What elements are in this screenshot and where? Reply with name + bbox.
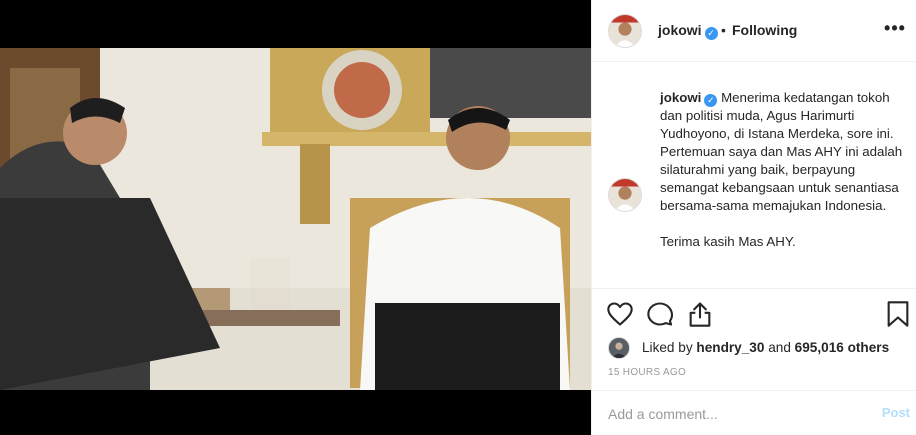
liker-username[interactable]: hendry_30 <box>696 340 764 355</box>
post-sidebar: jokowi ✓ • Following ••• jokowi ✓ Menerima… <box>591 0 916 435</box>
caption-closing: Terima kasih Mas AHY. <box>660 234 796 249</box>
heart-icon[interactable] <box>606 300 634 328</box>
comment-bubble-icon[interactable] <box>646 300 674 328</box>
liked-by-text: Liked by hendry_30 and 695,016 others <box>642 340 890 355</box>
more-horizontal-icon[interactable]: ••• <box>883 19 907 40</box>
post-photo[interactable] <box>0 48 591 390</box>
author-username[interactable]: jokowi ✓ <box>658 22 718 40</box>
post-header: jokowi ✓ • Following ••• <box>592 0 916 62</box>
liker-avatar[interactable] <box>608 337 630 359</box>
bookmark-icon[interactable] <box>884 300 912 328</box>
following-button[interactable]: Following <box>732 22 797 38</box>
caption-author-avatar[interactable] <box>608 178 642 212</box>
likes-count[interactable]: 695,016 others <box>795 340 889 355</box>
comment-input[interactable] <box>608 403 858 425</box>
share-icon[interactable] <box>686 300 714 328</box>
caption-verified-badge-icon: ✓ <box>704 94 718 107</box>
post-photo-pane <box>0 0 591 435</box>
post-actions: Liked by hendry_30 and 695,016 others 15… <box>592 288 916 435</box>
caption-username[interactable]: jokowi <box>660 90 701 105</box>
post-timestamp[interactable]: 15 HOURS AGO <box>608 367 686 378</box>
header-separator: • <box>721 22 726 38</box>
author-avatar[interactable] <box>608 14 642 48</box>
caption-text: Menerima kedatangan tokoh dan politisi m… <box>660 90 903 213</box>
verified-badge-icon: ✓ <box>704 27 718 40</box>
post-comment-button[interactable]: Post <box>882 405 910 420</box>
add-comment-bar: Post <box>592 390 916 435</box>
post-caption: jokowi ✓ Menerima kedatangan tokoh dan po… <box>660 89 905 269</box>
